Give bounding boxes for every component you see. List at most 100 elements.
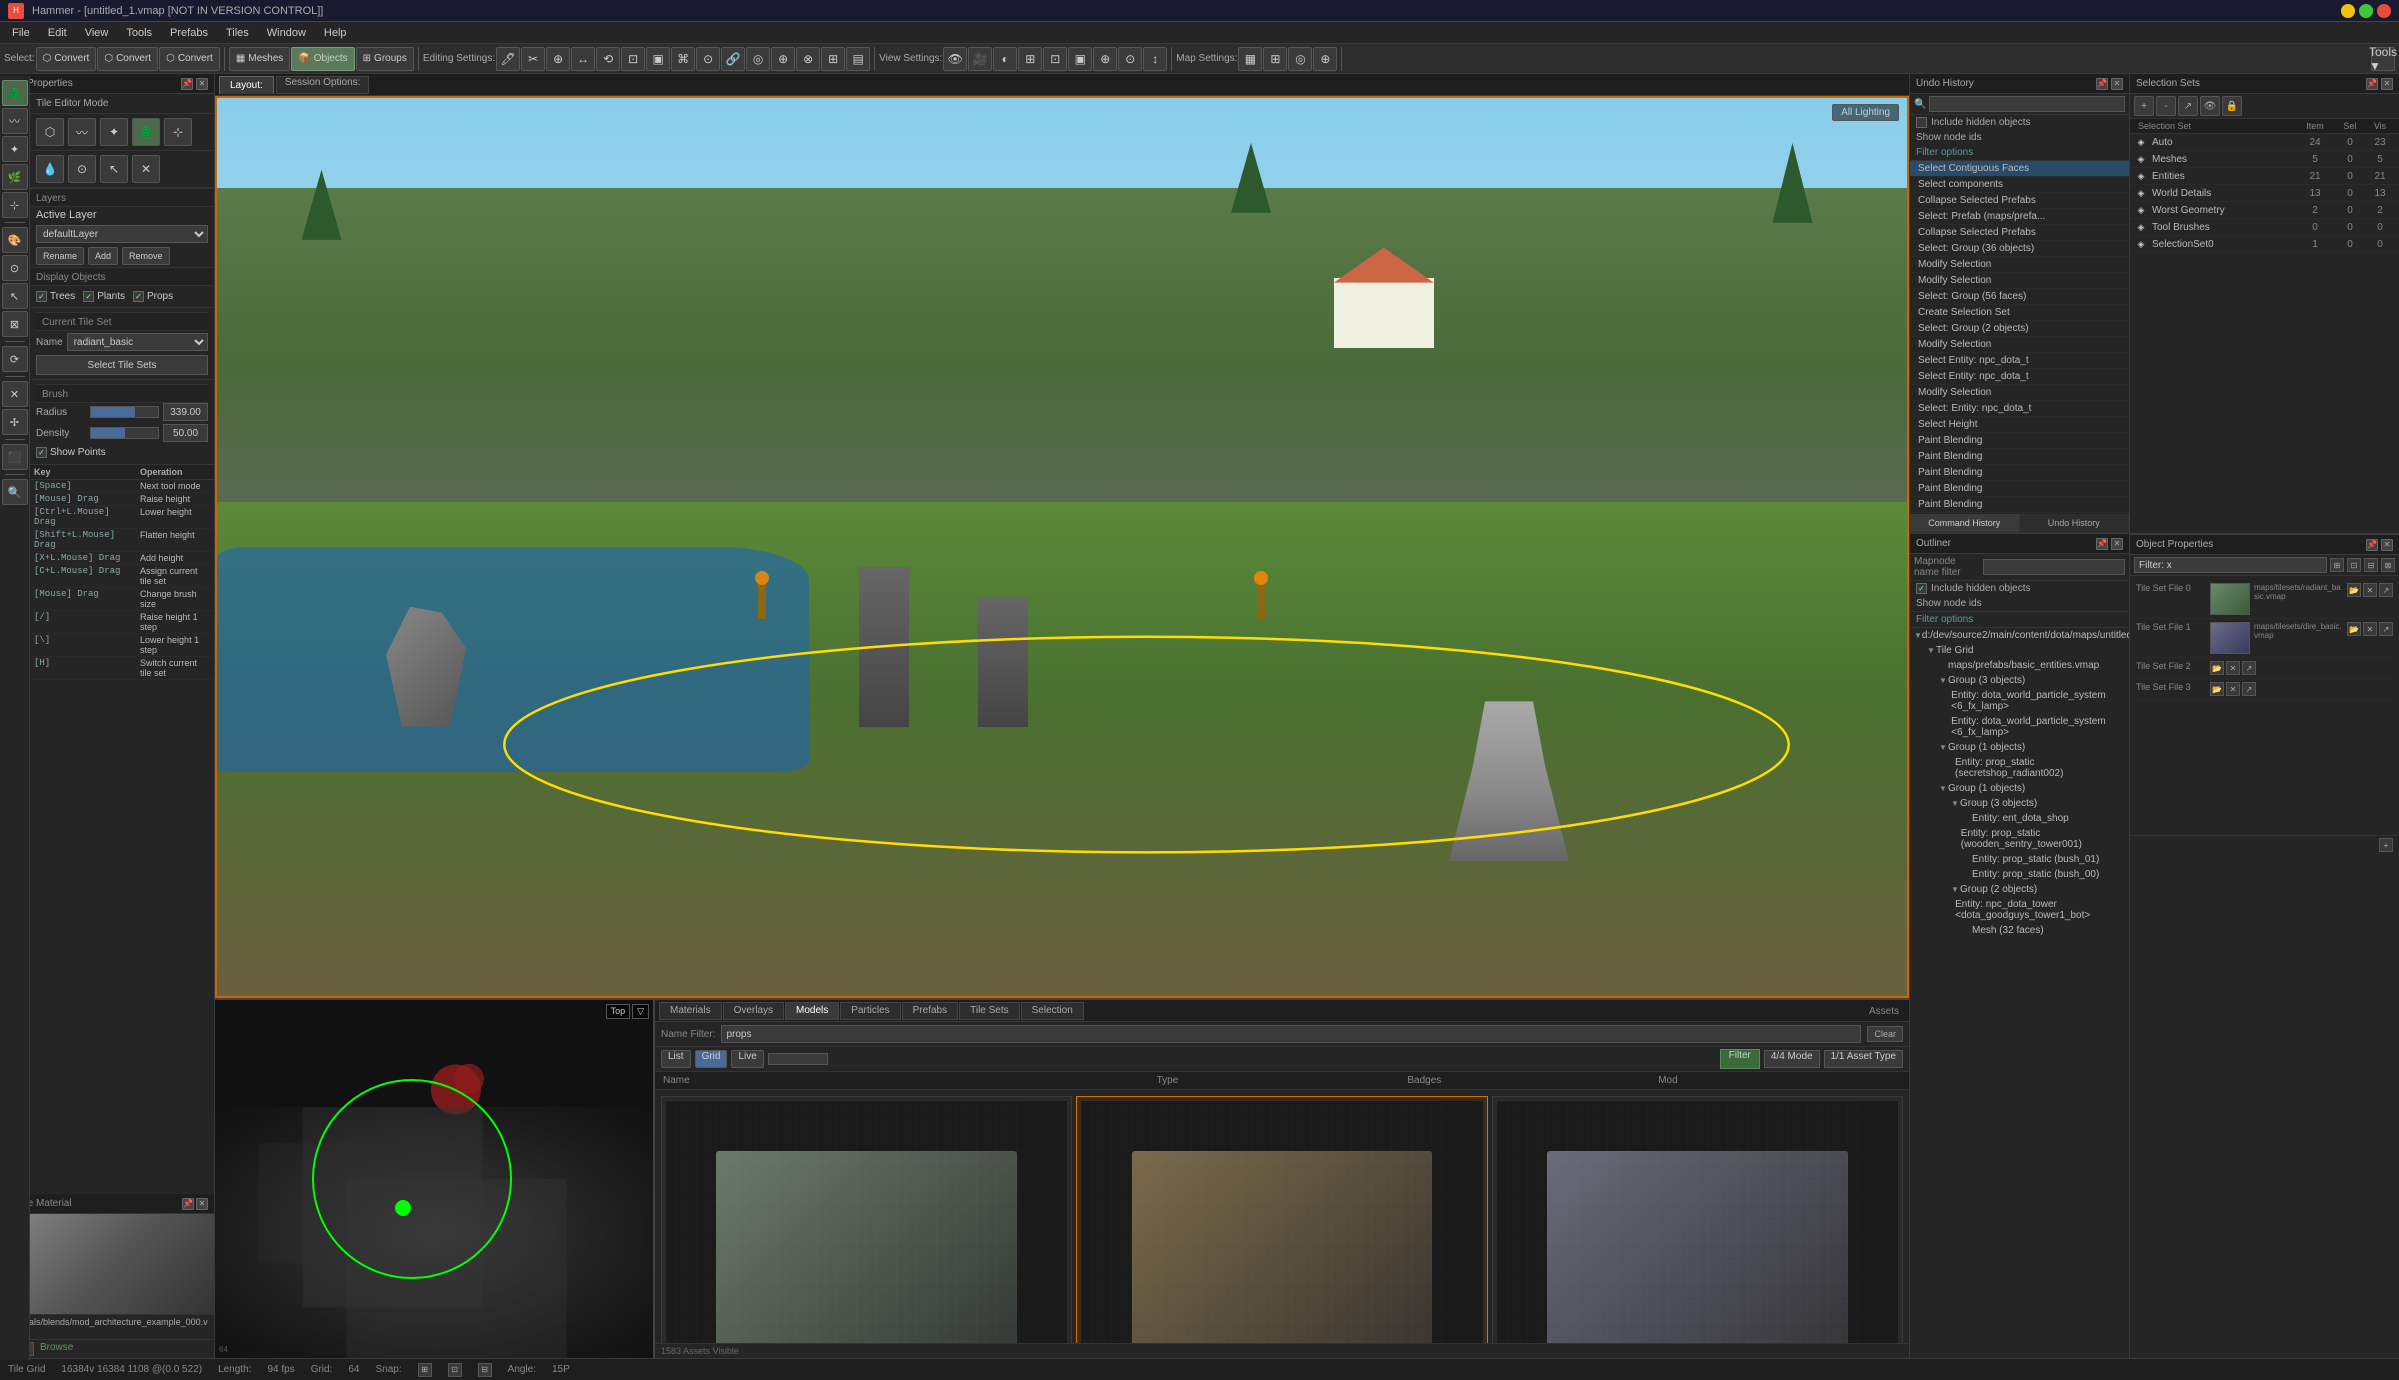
menu-edit[interactable]: Edit xyxy=(40,25,75,41)
outliner-close-btn[interactable]: ✕ xyxy=(2111,538,2123,550)
paint-water-tool[interactable]: 〰 xyxy=(2,108,28,134)
tree-toggle-btn[interactable] xyxy=(1946,763,1955,773)
ss-list-item[interactable]: ◈Meshes505 xyxy=(2130,151,2399,168)
stamp-tool[interactable]: ⊙ xyxy=(2,255,28,281)
terrain-prop-icon[interactable]: ⊹ xyxy=(164,118,192,146)
zoom-tool[interactable]: 🔍 xyxy=(2,479,28,505)
props-checkbox[interactable] xyxy=(133,291,144,302)
tree-toggle-btn[interactable] xyxy=(1962,814,1972,824)
edit-tool-9[interactable]: ⊙ xyxy=(696,47,720,71)
tree-toggle-btn[interactable] xyxy=(1953,834,1961,844)
edit-tool-1[interactable]: 🖊 xyxy=(496,47,520,71)
undo-pin-btn[interactable]: 📌 xyxy=(2096,78,2108,90)
undo-list-item[interactable]: Create Selection Set xyxy=(1910,305,2129,321)
terrain-tree-icon[interactable]: 🌲 xyxy=(132,118,160,146)
meshes-btn[interactable]: ▦ Meshes xyxy=(229,47,290,71)
ss-select-btn[interactable]: ↗ xyxy=(2178,96,2198,116)
edit-tool-13[interactable]: ⊗ xyxy=(796,47,820,71)
convert-btn-3[interactable]: ⬡ Convert xyxy=(159,47,220,71)
convert-btn-1[interactable]: ⬡ Convert xyxy=(36,47,97,71)
add-layer-btn[interactable]: Add xyxy=(88,247,118,265)
filter-clear-btn[interactable]: Clear xyxy=(1867,1026,1903,1042)
tileset-file-btn[interactable]: 📂 xyxy=(2210,661,2224,675)
command-history-tab[interactable]: Command History xyxy=(1910,514,2020,532)
tree-toggle-btn[interactable] xyxy=(1943,722,1951,732)
ss-list-item[interactable]: ◈Tool Brushes000 xyxy=(2130,219,2399,236)
models-tab[interactable]: Models xyxy=(785,1002,839,1020)
tree-item[interactable]: Entity: dota_world_particle_system <6_fx… xyxy=(1910,688,2129,714)
eraser-icon[interactable]: ✕ xyxy=(132,155,160,183)
view-tool-2[interactable]: 🎥 xyxy=(968,47,992,71)
edit-tool-12[interactable]: ⊕ xyxy=(771,47,795,71)
remove-layer-btn[interactable]: Remove xyxy=(122,247,170,265)
ss-list-item[interactable]: ◈Auto24023 xyxy=(2130,134,2399,151)
menu-window[interactable]: Window xyxy=(259,25,314,41)
select-tool[interactable]: ↖ xyxy=(2,283,28,309)
ss-add-btn[interactable]: + xyxy=(2134,96,2154,116)
undo-list-item[interactable]: Collapse Selected Prefabs xyxy=(1910,225,2129,241)
show-points-checkbox[interactable] xyxy=(36,447,47,458)
tileset-file-btn[interactable]: 📂 xyxy=(2347,622,2361,636)
obj-close-btn[interactable]: ✕ xyxy=(2381,539,2393,551)
ss-lock-btn[interactable]: 🔒 xyxy=(2222,96,2242,116)
trees-toggle[interactable]: Trees xyxy=(36,291,75,302)
undo-list-item[interactable]: Collapse Selected Prefabs xyxy=(1910,193,2129,209)
ss-eye-btn[interactable]: 👁 xyxy=(2200,96,2220,116)
terrain-sculpt-icon[interactable]: ✦ xyxy=(100,118,128,146)
menu-tools[interactable]: Tools xyxy=(118,25,160,41)
layer-select[interactable]: defaultLayer xyxy=(36,225,208,243)
undo-list-item[interactable]: Modify Selection xyxy=(1910,337,2129,353)
undo-list-item[interactable]: Select components xyxy=(1910,177,2129,193)
tree-toggle-btn[interactable]: ▼ xyxy=(1938,676,1948,686)
move-tool[interactable]: ✢ xyxy=(2,409,28,435)
map-tool-3[interactable]: ◎ xyxy=(1288,47,1312,71)
panel-close-btn[interactable]: ✕ xyxy=(196,78,208,90)
include-hidden-checkbox[interactable] xyxy=(1916,117,1927,128)
undo-list-item[interactable]: Select: Group (36 objects) xyxy=(1910,241,2129,257)
rename-layer-btn[interactable]: Rename xyxy=(36,247,84,265)
edit-tool-10[interactable]: 🔗 xyxy=(721,47,745,71)
tree-item[interactable]: Entity: npc_dota_tower <dota_goodguys_to… xyxy=(1910,897,2129,923)
menu-tiles[interactable]: Tiles xyxy=(218,25,257,41)
props-toggle[interactable]: Props xyxy=(133,291,173,302)
view-tool-9[interactable]: ↕ xyxy=(1143,47,1167,71)
view-tool-4[interactable]: ⊞ xyxy=(1018,47,1042,71)
am-close-btn[interactable]: ✕ xyxy=(196,1198,208,1210)
maximize-button[interactable] xyxy=(2359,4,2373,18)
tree-toggle-btn[interactable] xyxy=(1962,855,1972,865)
am-pin-btn[interactable]: 📌 xyxy=(182,1198,194,1210)
minimize-button[interactable] xyxy=(2341,4,2355,18)
paint-trees-tool[interactable]: 🌲 xyxy=(2,80,28,106)
col-badges[interactable]: Badges xyxy=(1403,1074,1654,1087)
view-tool-1[interactable]: 👁 xyxy=(943,47,967,71)
groups-btn[interactable]: ⊞ Groups xyxy=(356,47,414,71)
radius-value[interactable]: 339.00 xyxy=(163,403,208,421)
tree-toggle-btn[interactable] xyxy=(1948,905,1955,915)
ss-close-btn[interactable]: ✕ xyxy=(2381,78,2393,90)
undo-list-item[interactable]: Select: Group (56 faces) xyxy=(1910,289,2129,305)
snap-btn-2[interactable]: ⊡ xyxy=(448,1363,462,1377)
edit-tool-8[interactable]: ⌘ xyxy=(671,47,695,71)
density-value[interactable]: 50.00 xyxy=(163,424,208,442)
tree-item[interactable]: ▼d:/dev/source2/main/content/dota/maps/u… xyxy=(1910,628,2129,643)
col-type[interactable]: Type xyxy=(1153,1074,1404,1087)
tree-item[interactable]: Entity: dota_world_particle_system <6_fx… xyxy=(1910,714,2129,740)
name-filter-input[interactable] xyxy=(721,1025,1861,1043)
tileset-select[interactable]: radiant_basic xyxy=(67,333,208,351)
tree-toggle-btn[interactable] xyxy=(1962,870,1972,880)
tree-item[interactable]: ▼Group (2 objects) xyxy=(1910,882,2129,897)
filter-btn[interactable]: Filter xyxy=(1720,1049,1760,1069)
erase-tool[interactable]: ✕ xyxy=(2,381,28,407)
menu-help[interactable]: Help xyxy=(316,25,355,41)
undo-list-item[interactable]: Paint Blending xyxy=(1910,497,2129,513)
edit-tool-5[interactable]: ⟲ xyxy=(596,47,620,71)
ss-pin-btn[interactable]: 📌 xyxy=(2366,78,2378,90)
show-points-row[interactable]: Show Points xyxy=(36,445,208,460)
undo-list-item[interactable]: Paint Blending xyxy=(1910,449,2129,465)
obj-filter-input[interactable] xyxy=(2134,557,2327,573)
rotate-tool[interactable]: ⟳ xyxy=(2,346,28,372)
ss-list-item[interactable]: ◈SelectionSet0100 xyxy=(2130,236,2399,253)
tileset-file-btn[interactable]: ↗ xyxy=(2379,622,2393,636)
view-tool-7[interactable]: ⊕ xyxy=(1093,47,1117,71)
undo-list-item[interactable]: Select Entity: npc_dota_t xyxy=(1910,369,2129,385)
